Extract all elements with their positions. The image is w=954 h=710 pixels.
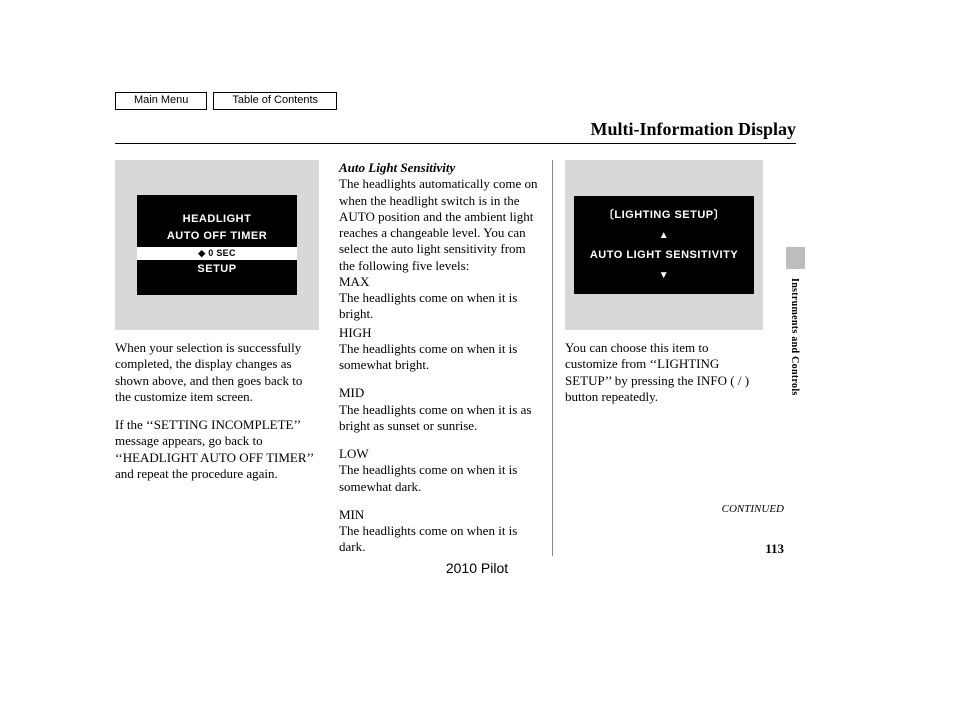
col2-title: Auto Light Sensitivity	[339, 160, 455, 175]
page-title: Multi-Information Display	[115, 118, 796, 144]
side-tab	[786, 247, 805, 269]
lcd2-title: 〔LIGHTING SETUP〕	[603, 209, 725, 223]
col2-high-h: HIGH	[339, 325, 372, 340]
col2-max-h: MAX	[339, 274, 369, 289]
col1-para1: When your selection is successfully comp…	[115, 340, 319, 405]
page-number: 113	[765, 541, 784, 557]
down-arrow-icon: ▼	[659, 271, 669, 281]
lcd-illustration-1: HEADLIGHT AUTO OFF TIMER ◆ 0 SEC SETUP	[115, 160, 319, 330]
lcd1-line3: SETUP	[197, 263, 236, 277]
col2-low-h: LOW	[339, 446, 369, 461]
col2-low-t: The headlights come on when it is somewh…	[339, 462, 517, 493]
col2-intro: The headlights automatically come on whe…	[339, 176, 538, 272]
lcd1-line1: HEADLIGHT	[183, 213, 252, 227]
lcd2-label: AUTO LIGHT SENSITIVITY	[590, 249, 738, 263]
main-menu-button[interactable]: Main Menu	[115, 92, 207, 110]
lcd1-value: ◆ 0 SEC	[137, 247, 297, 260]
section-label: Instruments and Controls	[788, 278, 801, 396]
model-year: 2010 Pilot	[0, 560, 954, 578]
col2-mid-t: The headlights come on when it is as bri…	[339, 402, 531, 433]
col2-min-t: The headlights come on when it is dark.	[339, 523, 517, 554]
lcd1-line2: AUTO OFF TIMER	[167, 230, 267, 244]
continued-label: CONTINUED	[722, 503, 784, 517]
col3-para1: You can choose this item to customize fr…	[565, 340, 763, 405]
col2-max-t: The headlights come on when it is bright…	[339, 290, 517, 321]
lcd-illustration-2: 〔LIGHTING SETUP〕 ▲ AUTO LIGHT SENSITIVIT…	[565, 160, 763, 330]
toc-button[interactable]: Table of Contents	[213, 92, 337, 110]
col1-para2: If the ‘‘SETTING INCOMPLETE’’ message ap…	[115, 417, 319, 482]
up-arrow-icon: ▲	[659, 231, 669, 241]
col2-high-t: The headlights come on when it is somewh…	[339, 341, 517, 372]
col2-min-h: MIN	[339, 507, 364, 522]
col2-mid-h: MID	[339, 385, 364, 400]
